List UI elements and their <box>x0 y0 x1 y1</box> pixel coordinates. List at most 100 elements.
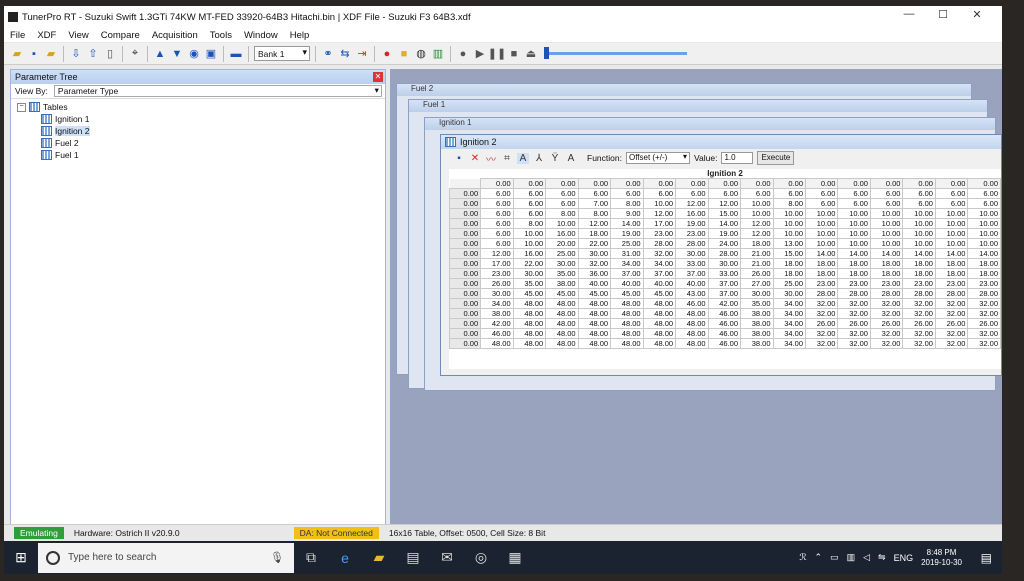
column-header[interactable]: 0.00 <box>707 178 742 189</box>
table-cell[interactable]: 6.00 <box>480 198 514 209</box>
table-cell[interactable]: 6.00 <box>967 198 1001 209</box>
table-cell[interactable]: 25.00 <box>772 278 807 289</box>
table-cell[interactable]: 32.00 <box>934 338 969 349</box>
table-cell[interactable]: 10.00 <box>902 228 936 239</box>
graph-icon[interactable]: 〰 <box>485 151 497 166</box>
chevron-up-icon[interactable]: ⌃ <box>815 552 823 563</box>
table-cell[interactable]: 26.00 <box>740 268 774 279</box>
table-cell[interactable]: 32.00 <box>804 328 839 339</box>
play-icon[interactable]: ▶ <box>473 47 487 61</box>
table-cell[interactable]: 23.00 <box>837 278 871 289</box>
table-cell[interactable]: 28.00 <box>934 288 969 299</box>
table-cell[interactable]: 10.00 <box>837 208 871 219</box>
table-cell[interactable]: 10.00 <box>934 218 969 229</box>
row-header[interactable]: 0.00 <box>449 298 482 309</box>
table-cell[interactable]: 6.00 <box>642 188 677 199</box>
table-cell[interactable]: 34.00 <box>772 338 807 349</box>
flip-icon[interactable]: Ÿ <box>549 153 561 164</box>
table-cell[interactable]: 32.00 <box>804 338 839 349</box>
table-cell[interactable]: 30.00 <box>545 258 579 269</box>
table-cell[interactable]: 27.00 <box>740 278 774 289</box>
delete-icon[interactable]: ✕ <box>469 153 481 164</box>
table-cell[interactable]: 25.00 <box>610 238 644 249</box>
windows-start-icon[interactable]: ⊞ <box>4 541 38 574</box>
table-cell[interactable]: 32.00 <box>902 298 936 309</box>
table-cell[interactable]: 33.00 <box>675 258 709 269</box>
column-header[interactable]: 0.00 <box>804 178 839 189</box>
table-cell[interactable]: 40.00 <box>577 278 612 289</box>
table-cell[interactable]: 37.00 <box>642 268 677 279</box>
table-cell[interactable]: 32.00 <box>804 308 839 319</box>
table-cell[interactable]: 32.00 <box>869 308 904 319</box>
window-ignition-2[interactable]: Ignition 2 ▪ ✕ 〰 ⌗ A ⅄ Ÿ A Function: Off… <box>440 134 1002 376</box>
table-cell[interactable]: 28.00 <box>642 238 677 249</box>
table-cell[interactable]: 43.00 <box>675 288 709 299</box>
table-cell[interactable]: 18.00 <box>740 238 774 249</box>
table-cell[interactable]: 48.00 <box>610 298 644 309</box>
table-cell[interactable]: 18.00 <box>837 268 871 279</box>
table-cell[interactable]: 6.00 <box>545 188 579 199</box>
table-cell[interactable]: 6.00 <box>967 188 1001 199</box>
table-cell[interactable]: 32.00 <box>934 298 969 309</box>
table-cell[interactable]: 10.00 <box>772 228 807 239</box>
table-cell[interactable]: 10.00 <box>869 238 904 249</box>
table-cell[interactable]: 30.00 <box>577 248 612 259</box>
table-cell[interactable]: 32.00 <box>934 308 969 319</box>
table-cell[interactable]: 10.00 <box>869 208 904 219</box>
table-cell[interactable]: 10.00 <box>642 198 677 209</box>
function-select[interactable]: Offset (+/-) <box>625 152 690 164</box>
column-header[interactable]: 0.00 <box>740 178 774 189</box>
table-cell[interactable]: 18.00 <box>869 268 904 279</box>
row-header[interactable]: 0.00 <box>449 188 482 199</box>
table-cell[interactable]: 10.00 <box>740 208 774 219</box>
tree-node-ignition-1[interactable]: Ignition 1 <box>17 113 385 125</box>
table-cell[interactable]: 25.00 <box>545 248 579 259</box>
table-cell[interactable]: 32.00 <box>642 248 677 259</box>
table-cell[interactable]: 48.00 <box>610 328 644 339</box>
connect-icon[interactable]: ⚭ <box>321 47 335 61</box>
table-cell[interactable]: 6.00 <box>804 198 839 209</box>
table-cell[interactable]: 32.00 <box>869 328 904 339</box>
microphone-icon[interactable]: 🎙 <box>270 551 284 564</box>
table-cell[interactable]: 23.00 <box>804 278 839 289</box>
circle-icon[interactable]: ● <box>456 47 470 61</box>
table-cell[interactable]: 38.00 <box>740 338 774 349</box>
table-cell[interactable]: 12.00 <box>642 208 677 219</box>
new-icon[interactable]: ▯ <box>103 47 117 61</box>
table-cell[interactable]: 48.00 <box>642 308 677 319</box>
stop2-icon[interactable]: ■ <box>507 47 521 61</box>
column-header[interactable]: 0.00 <box>772 178 807 189</box>
table-cell[interactable]: 46.00 <box>707 338 742 349</box>
exit-icon[interactable]: ⇥ <box>355 47 369 61</box>
table-cell[interactable]: 6.00 <box>869 198 904 209</box>
table-cell[interactable]: 45.00 <box>545 288 579 299</box>
table-cell[interactable]: 6.00 <box>480 218 514 229</box>
table-cell[interactable]: 23.00 <box>480 268 514 279</box>
row-header[interactable]: 0.00 <box>449 268 482 279</box>
table-cell[interactable]: 26.00 <box>837 318 871 329</box>
table-cell[interactable]: 48.00 <box>577 328 612 339</box>
table-cell[interactable]: 7.00 <box>577 198 612 209</box>
table-cell[interactable]: 6.00 <box>869 188 904 199</box>
table-cell[interactable]: 10.00 <box>902 208 936 219</box>
table-cell[interactable]: 26.00 <box>934 318 969 329</box>
table-cell[interactable]: 48.00 <box>642 338 677 349</box>
table-cell[interactable]: 12.00 <box>577 218 612 229</box>
table-cell[interactable]: 8.00 <box>772 198 807 209</box>
row-header[interactable]: 0.00 <box>449 318 482 329</box>
table-cell[interactable]: 14.00 <box>610 218 644 229</box>
table-cell[interactable]: 10.00 <box>512 228 547 239</box>
table-cell[interactable]: 14.00 <box>837 248 871 259</box>
table-cell[interactable]: 28.00 <box>967 288 1001 299</box>
table-cell[interactable]: 32.00 <box>837 298 871 309</box>
table-cell[interactable]: 21.00 <box>740 248 774 259</box>
record-icon[interactable]: ● <box>380 47 394 61</box>
table-cell[interactable]: 30.00 <box>480 288 514 299</box>
table-cell[interactable]: 18.00 <box>837 258 871 269</box>
table-cell[interactable]: 40.00 <box>675 278 709 289</box>
table-cell[interactable]: 37.00 <box>707 278 742 289</box>
table-cell[interactable]: 10.00 <box>934 228 969 239</box>
table-cell[interactable]: 32.00 <box>967 308 1001 319</box>
table-cell[interactable]: 16.00 <box>512 248 547 259</box>
table-cell[interactable]: 16.00 <box>545 228 579 239</box>
